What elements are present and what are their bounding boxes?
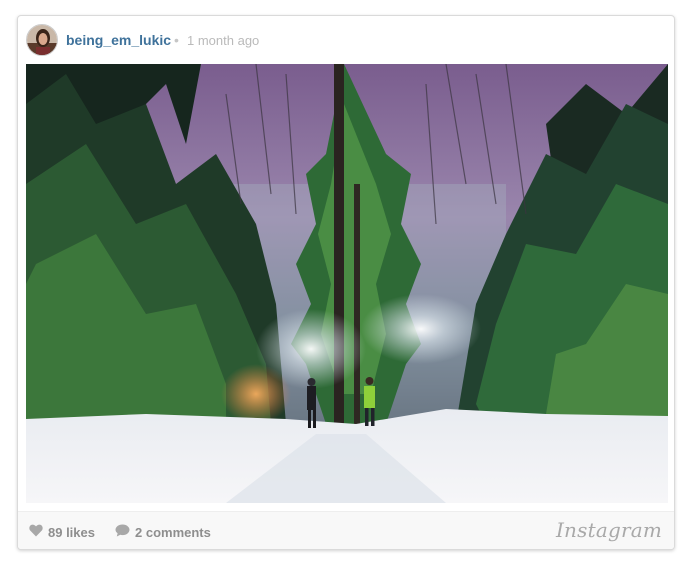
- post-header: being_em_lukic • 1 month ago: [18, 16, 674, 64]
- likes-count[interactable]: 89 likes: [29, 524, 95, 540]
- avatar[interactable]: [26, 24, 58, 56]
- comments-count[interactable]: 2 comments: [115, 524, 211, 540]
- forest-photo: [26, 64, 668, 503]
- likes-label: 89 likes: [48, 524, 95, 540]
- separator-dot: •: [174, 32, 179, 48]
- instagram-embed-card: being_em_lukic • 1 month ago 89 likes 2 …: [17, 15, 675, 550]
- heart-icon: [29, 524, 43, 540]
- post-time[interactable]: 1 month ago: [187, 33, 259, 48]
- comments-label: 2 comments: [135, 524, 211, 540]
- comment-icon: [115, 524, 130, 540]
- instagram-logo[interactable]: Instagram: [556, 518, 662, 542]
- username-link[interactable]: being_em_lukic: [66, 32, 171, 48]
- avatar-image: [27, 25, 57, 55]
- post-footer: 89 likes 2 comments Instagram: [18, 511, 674, 549]
- post-photo[interactable]: [26, 64, 668, 503]
